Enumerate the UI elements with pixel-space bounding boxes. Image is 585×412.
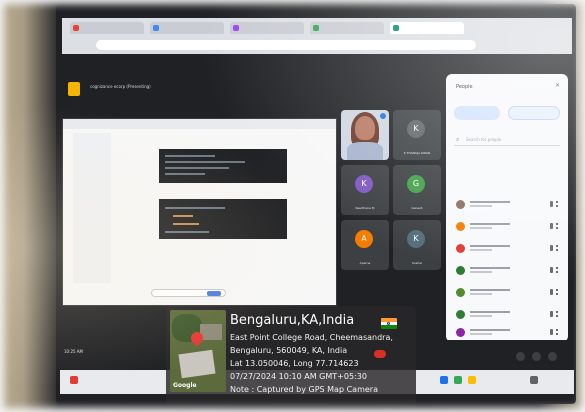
list-item[interactable]	[456, 220, 560, 234]
more-icon[interactable]	[550, 310, 560, 318]
hang-up-icon[interactable]	[374, 350, 386, 358]
code-block	[159, 149, 287, 183]
browser-tab[interactable]	[70, 22, 144, 34]
add-people-button[interactable]	[454, 106, 500, 120]
tab-favicon-icon	[393, 25, 399, 31]
chat-input[interactable]	[151, 289, 226, 297]
browser-tab[interactable]	[310, 22, 384, 34]
shared-screen	[62, 118, 337, 306]
more-icon[interactable]	[550, 244, 560, 252]
shared-browser-bar	[63, 119, 336, 129]
start-icon[interactable]	[70, 376, 78, 384]
shared-sidebar	[73, 133, 111, 283]
avatar	[456, 266, 465, 275]
mic-icon	[380, 113, 386, 119]
geotag-note: Note : Captured by GPS Map Camera	[230, 385, 378, 394]
participant-tile[interactable]: G Ganesh	[393, 165, 441, 215]
geotag-address-line-1: East Point College Road, Cheemasandra,	[230, 333, 393, 342]
browser-tab[interactable]	[150, 22, 224, 34]
participant-tile[interactable]: K Keerthana M	[341, 165, 389, 215]
avatar	[456, 288, 465, 297]
participant-name: Kushal	[412, 261, 422, 265]
search-input[interactable]: Search for people	[466, 137, 501, 142]
list-item[interactable]	[456, 286, 560, 300]
more-icon[interactable]	[550, 266, 560, 274]
meeting-time: 10:25 AM	[64, 349, 83, 354]
list-item[interactable]	[456, 264, 560, 278]
tab-favicon-icon	[313, 25, 319, 31]
meeting-title: cognizance ecorp (Presenting)	[90, 84, 151, 89]
map-thumbnail: Google	[170, 310, 226, 392]
chat-icon[interactable]	[548, 352, 557, 361]
more-icon[interactable]	[550, 288, 560, 296]
browser-tab[interactable]	[230, 22, 304, 34]
people-panel: People ✕ ⌕ Search for people	[446, 74, 568, 342]
close-icon[interactable]: ✕	[555, 82, 560, 89]
participant-tile[interactable]: K K THANUJA KIRAN	[393, 110, 441, 160]
avatar: A	[355, 230, 373, 248]
host-controls-button[interactable]	[508, 106, 560, 120]
geotag-coordinates: Lat 13.050046, Long 77.714623	[230, 359, 359, 368]
avatar	[456, 222, 465, 231]
geotag-address-line-2: Bengaluru, 560049, KA, India	[230, 346, 348, 355]
system-tray-icon[interactable]	[530, 376, 538, 384]
participant-name: Ganesh	[411, 206, 423, 210]
list-item[interactable]	[456, 308, 560, 322]
avatar: K	[407, 120, 425, 138]
people-icon[interactable]	[532, 352, 541, 361]
avatar	[456, 200, 465, 209]
geotag-city: Bengaluru,KA,India	[230, 313, 355, 328]
avatar: K	[355, 175, 373, 193]
search-icon: ⌕	[456, 136, 460, 143]
browser-tab-active[interactable]	[390, 22, 464, 34]
map-label: Google	[173, 382, 197, 389]
photo-of-monitor: cognizance ecorp (Presenting) K K THANUJ…	[0, 0, 585, 412]
taskbar-app-icon[interactable]	[454, 376, 462, 384]
avatar: G	[407, 175, 425, 193]
people-panel-title: People	[456, 84, 473, 90]
more-icon[interactable]	[550, 328, 560, 336]
meet-logo-icon	[68, 82, 80, 96]
tab-favicon-icon	[73, 25, 79, 31]
avatar	[456, 244, 465, 253]
more-icon[interactable]	[550, 222, 560, 230]
list-item[interactable]	[456, 242, 560, 256]
tab-favicon-icon	[233, 25, 239, 31]
participant-tile-self[interactable]	[341, 110, 389, 160]
geotag-datetime: 07/27/2024 10:10 AM GMT+05:30	[230, 372, 367, 381]
people-search[interactable]: ⌕ Search for people	[454, 134, 560, 146]
participant-tile[interactable]: A Aparna	[341, 220, 389, 270]
taskbar-app-icon[interactable]	[468, 376, 476, 384]
code-block	[159, 199, 287, 239]
india-flag-icon	[381, 318, 397, 329]
list-item[interactable]	[456, 198, 560, 212]
send-button[interactable]	[207, 291, 221, 296]
participant-name: Keerthana M	[355, 206, 375, 210]
participant-name: K THANUJA KIRAN	[403, 151, 431, 155]
list-item[interactable]	[456, 326, 560, 340]
tab-favicon-icon	[153, 25, 159, 31]
avatar	[456, 328, 465, 337]
participant-tile[interactable]: K Kushal	[393, 220, 441, 270]
info-icon[interactable]	[516, 352, 525, 361]
more-icon[interactable]	[550, 200, 560, 208]
address-bar[interactable]	[96, 40, 476, 50]
participant-name: Aparna	[359, 261, 371, 265]
taskbar-app-icon[interactable]	[440, 376, 448, 384]
avatar	[456, 310, 465, 319]
avatar: K	[407, 230, 425, 248]
